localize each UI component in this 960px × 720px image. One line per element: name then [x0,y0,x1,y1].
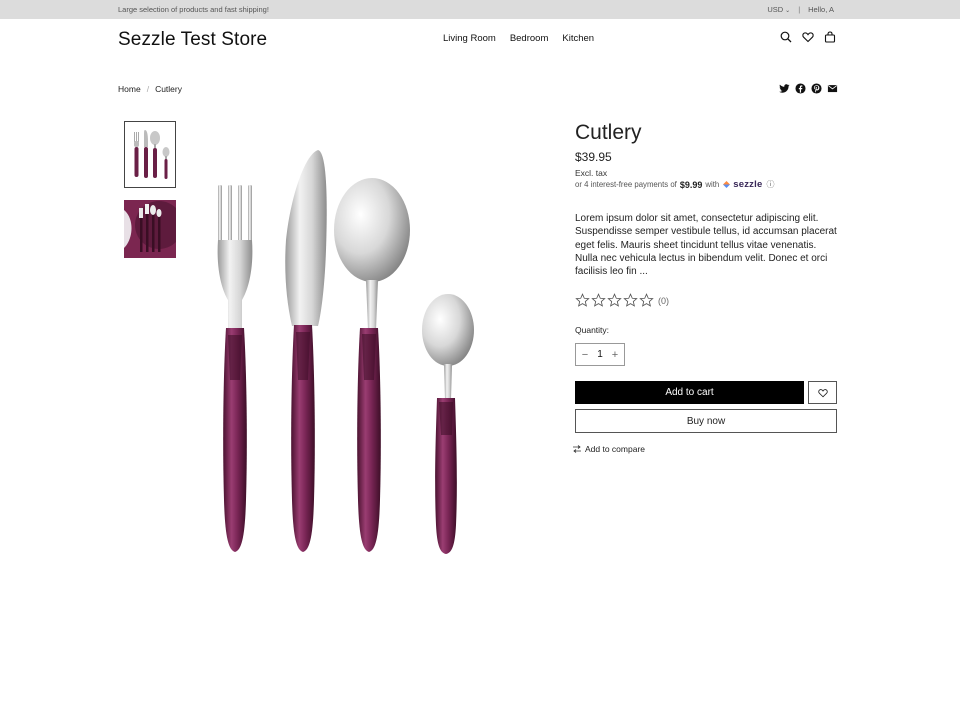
site-header: Sezzle Test Store Living Room Bedroom Ki… [0,19,960,63]
sezzle-brand: sezzle [733,179,763,190]
sezzle-mark-icon [723,181,731,188]
pinterest-icon[interactable] [811,83,822,94]
main-nav: Living Room Bedroom Kitchen [443,33,594,44]
sezzle-installments: or 4 interest-free payments of $9.99 wit… [575,179,774,190]
announcement-bar: Large selection of products and fast shi… [0,0,960,19]
thumbnail-cutlery-dining[interactable] [124,200,176,258]
star-empty-icon [607,293,622,307]
currency-selector[interactable]: USD ⌄ [767,5,790,14]
breadcrumb-separator: / [146,84,150,94]
header-actions [780,31,836,43]
topbar-separator: | [798,5,801,14]
add-to-compare-label: Add to compare [585,444,646,454]
product-description: Lorem ipsum dolor sit amet, consectetur … [575,213,837,278]
bag-icon[interactable] [824,31,836,43]
quantity-stepper: − 1 + [575,343,625,366]
teaspoon [422,294,474,554]
email-icon[interactable] [827,83,838,94]
thumbnail-cutlery-front-image [125,122,175,187]
product-main-image[interactable] [190,130,500,565]
star-empty-icon [623,293,638,307]
quantity-input[interactable]: 1 [597,349,603,360]
add-to-compare-link[interactable]: Add to compare [572,444,645,454]
chevron-down-icon: ⌄ [785,8,791,14]
compare-icon [573,445,581,453]
nav-item-living-room[interactable]: Living Room [443,33,496,44]
sezzle-with: with [705,180,720,189]
add-to-cart-button[interactable]: Add to cart [575,381,804,404]
thumbnail-cutlery-front[interactable] [124,121,176,188]
quantity-label: Quantity: [575,325,610,335]
star-empty-icon [591,293,606,307]
product-price: $39.95 [575,150,612,164]
share-icons [779,83,838,94]
heart-icon[interactable] [802,31,814,43]
currency-label: USD [767,5,784,14]
nav-item-kitchen[interactable]: Kitchen [562,33,594,44]
spoon [334,178,410,552]
sezzle-amount: $9.99 [679,179,703,190]
store-logo[interactable]: Sezzle Test Store [118,29,267,51]
star-empty-icon [575,293,590,307]
decrease-quantity-button[interactable]: − [580,349,590,361]
add-to-wishlist-button[interactable] [808,381,837,404]
breadcrumb: Home / Cutlery [118,84,182,94]
facebook-icon[interactable] [795,83,806,94]
twitter-icon[interactable] [779,83,790,94]
breadcrumb-home[interactable]: Home [118,84,141,94]
tax-note: Excl. tax [575,168,608,178]
search-icon[interactable] [780,31,792,43]
thumbnail-cutlery-dining-image [124,200,176,258]
heart-icon [817,388,828,397]
increase-quantity-button[interactable]: + [610,349,620,361]
promo-text: Large selection of products and fast shi… [118,5,269,14]
topbar-right: USD ⌄ | Hello, A [767,5,834,14]
review-count: (0) [658,295,669,306]
fork [217,185,253,552]
breadcrumb-current: Cutlery [155,84,182,94]
rating[interactable]: (0) [575,293,669,308]
knife [285,150,327,552]
buy-now-button[interactable]: Buy now [575,409,837,433]
sezzle-prefix: or 4 interest-free payments of [575,180,677,189]
nav-item-bedroom[interactable]: Bedroom [510,33,549,44]
star-empty-icon [639,293,654,307]
sezzle-logo[interactable]: sezzle [722,179,762,190]
account-greeting[interactable]: Hello, A [808,5,834,14]
product-title: Cutlery [575,121,642,144]
info-icon[interactable]: ⓘ [766,179,774,190]
